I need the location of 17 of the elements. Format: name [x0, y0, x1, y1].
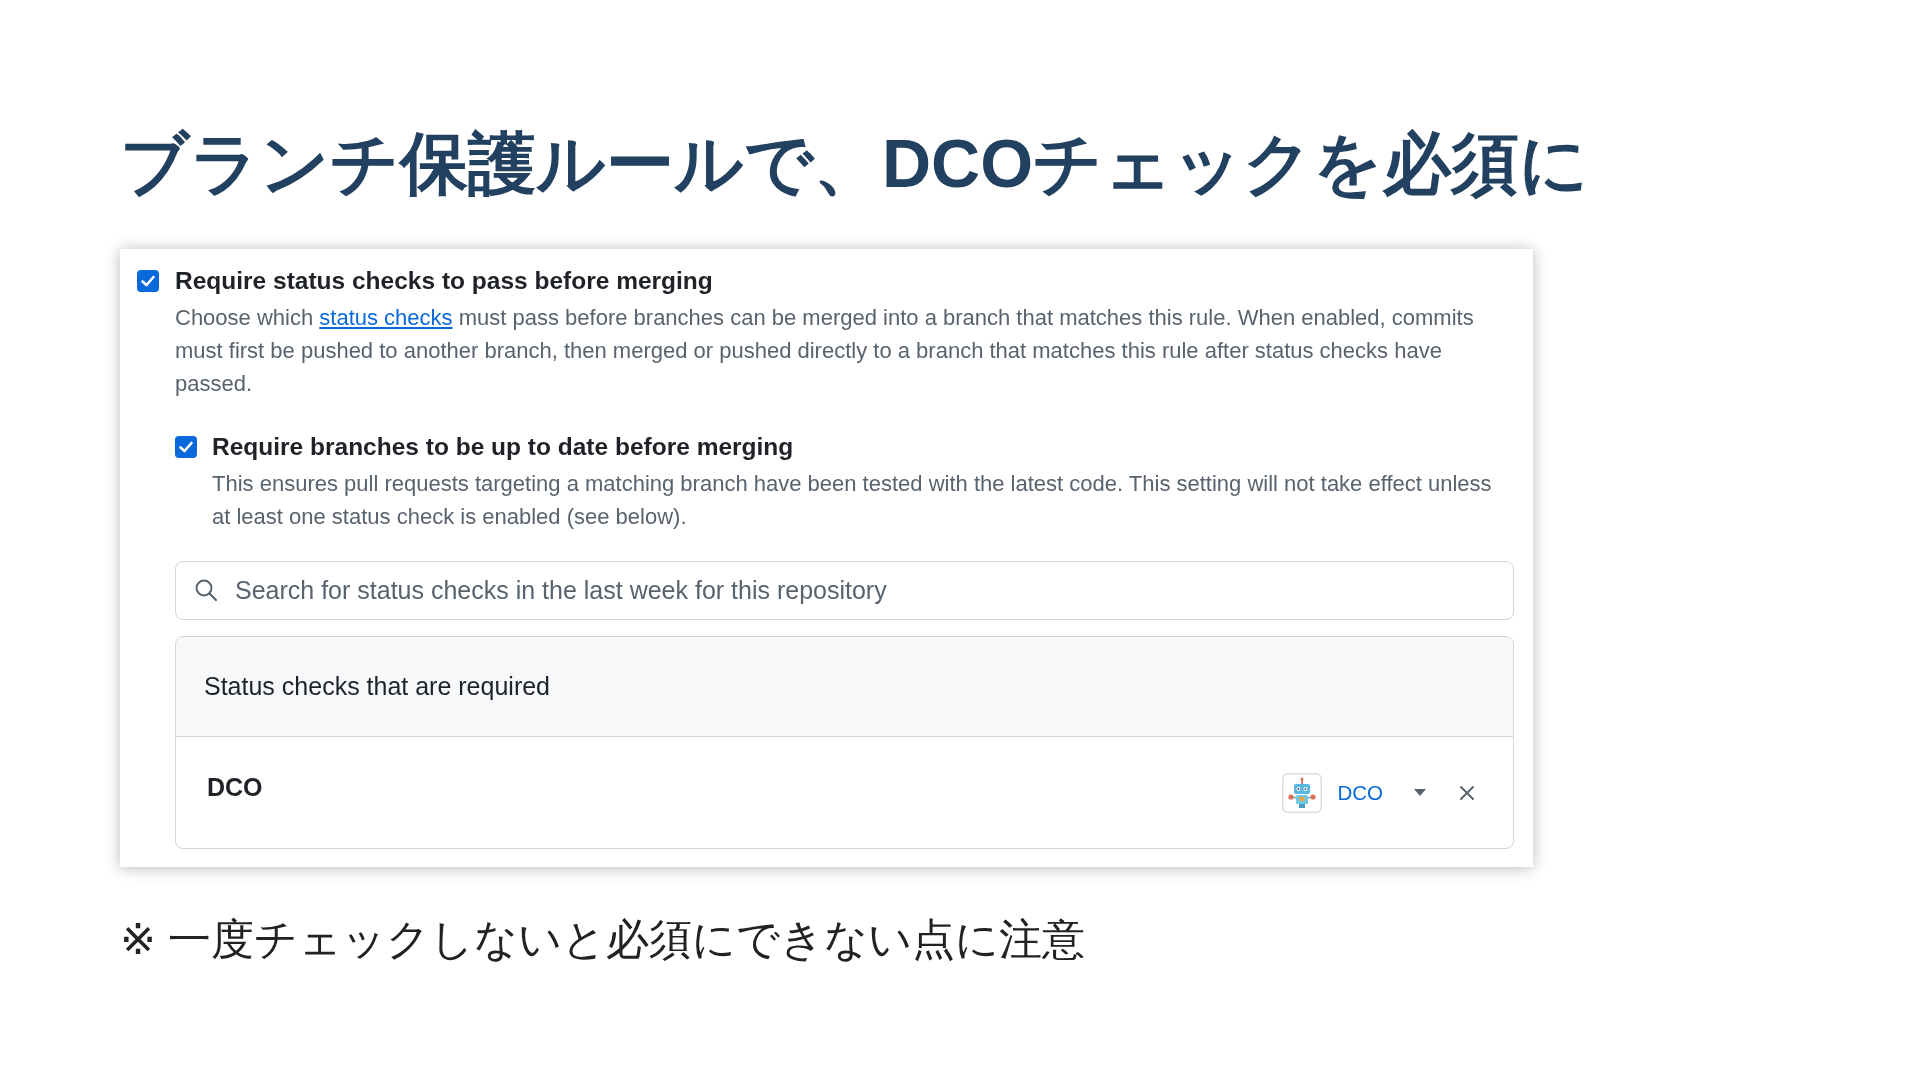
panel-header: Status checks that are required [176, 637, 1513, 737]
slide-title: ブランチ保護ルールで、DCOチェックを必須に [120, 124, 1590, 203]
setting-label: Require branches to be up to date before merging [212, 432, 794, 462]
app-link[interactable]: DCO [1337, 780, 1383, 805]
search-icon [194, 578, 218, 602]
checkbox[interactable] [137, 270, 159, 292]
checkbox[interactable] [175, 436, 197, 458]
close-icon[interactable] [1459, 784, 1475, 801]
check-name: DCO [207, 773, 264, 802]
setting-label: Require status checks to pass before merging [175, 266, 713, 296]
inline-link[interactable]: status checks [319, 305, 453, 330]
caret-icon[interactable] [1414, 789, 1426, 796]
setting-description: Choose which status checks must pass before branches can be merged into a branch that matches this rule. When enabled, commits must first be pushed to another branch, then merged or pushed directly to a branch that matches this rule after status checks have passed. [175, 304, 1475, 398]
setting-description: This ensures pull requests targeting a matching branch have been tested with the latest code. This setting will not take effect unless at least one status check is enabled (see below). [212, 470, 1493, 531]
robot-icon [1282, 772, 1323, 813]
search-field[interactable]: Search for status checks in the last week for this repository [175, 561, 1514, 620]
footnote-text: ※ 一度チェックしないと必須にできない点に注意 [120, 915, 1085, 963]
